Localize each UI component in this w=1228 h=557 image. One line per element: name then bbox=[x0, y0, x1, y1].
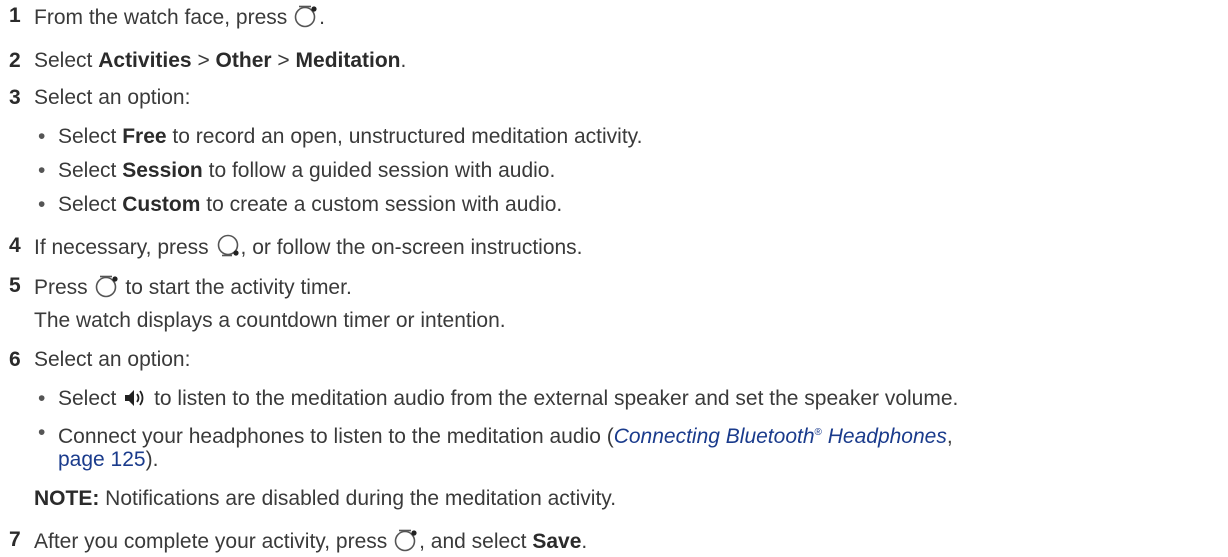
watch-back-button-icon bbox=[217, 234, 239, 257]
step-text: Select an option: bbox=[34, 348, 191, 371]
menu-meditation: Meditation bbox=[295, 49, 401, 72]
watch-start-button-icon bbox=[95, 275, 118, 298]
step-text: Select an option: bbox=[34, 86, 191, 109]
note-label: NOTE: bbox=[34, 487, 100, 510]
step-number: 1 bbox=[9, 4, 21, 27]
step-number: 2 bbox=[9, 49, 21, 72]
step-number: 3 bbox=[9, 86, 21, 109]
watch-start-button-icon bbox=[294, 5, 317, 28]
step-number: 6 bbox=[9, 348, 21, 371]
note-text: Notifications are disabled during the me… bbox=[105, 487, 617, 510]
headphones-link[interactable]: Connecting Bluetooth® Headphones bbox=[614, 425, 947, 448]
step-number: 5 bbox=[9, 274, 21, 297]
step-number: 4 bbox=[9, 234, 21, 257]
step-number: 7 bbox=[9, 528, 21, 551]
speaker-icon bbox=[125, 390, 144, 406]
step-text: From the watch face, press bbox=[34, 6, 288, 29]
save-label: Save bbox=[532, 530, 582, 553]
page-link[interactable]: page 125 bbox=[58, 448, 146, 471]
watch-start-button-icon bbox=[394, 529, 417, 552]
menu-activities: Activities bbox=[98, 49, 192, 72]
menu-other: Other bbox=[215, 49, 272, 72]
